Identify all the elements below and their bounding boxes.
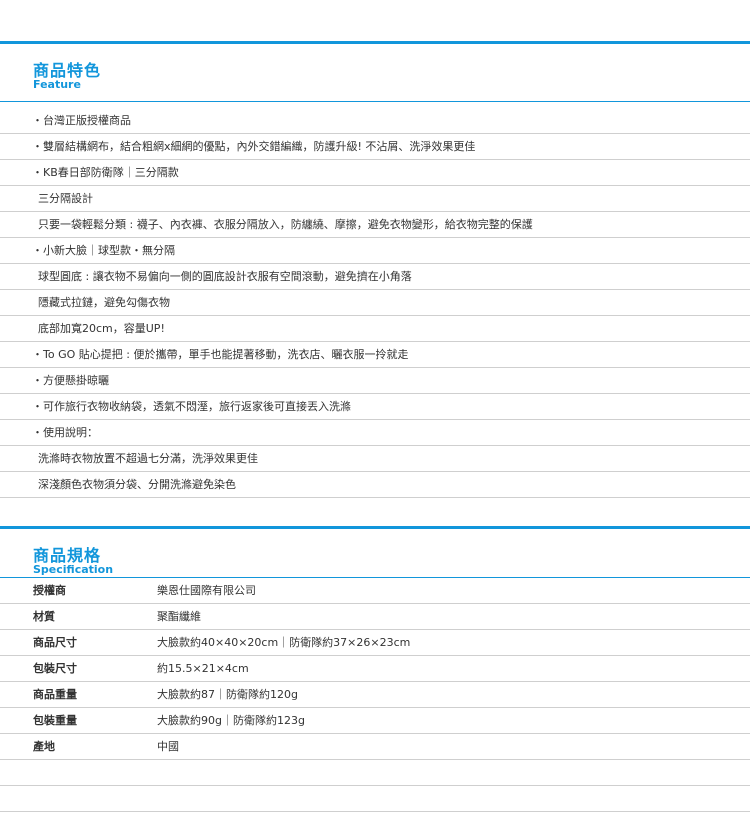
feature-item-text: ・小新大臉｜球型款・無分隔 — [32, 244, 175, 257]
spec-table: 授權商 樂恩仕國際有限公司 材質 聚酯纖維 商品尺寸 大臉款約40×40×20c… — [0, 578, 750, 812]
spec-value: 大臉款約87｜防衛隊約120g — [157, 688, 298, 701]
spec-row: 商品重量 大臉款約87｜防衛隊約120g — [0, 682, 750, 708]
spec-value: 約15.5×21×4cm — [157, 662, 249, 675]
spec-row: 材質 聚酯纖維 — [0, 604, 750, 630]
spec-row: 產地 中國 — [0, 734, 750, 760]
feature-subitem: 底部加寬20cm，容量UP! — [0, 316, 750, 342]
feature-subitem: 隱藏式拉鏈，避免勾傷衣物 — [0, 290, 750, 316]
spec-value: 中國 — [157, 740, 179, 753]
feature-item: ・可作旅行衣物收納袋，透氣不悶溼，旅行返家後可直接丟入洗滌 — [0, 394, 750, 420]
spec-row: 授權商 樂恩仕國際有限公司 — [0, 578, 750, 604]
feature-item-text: 三分隔設計 — [38, 192, 93, 205]
spec-subtitle: Specification — [33, 563, 114, 576]
feature-section: 商品特色 Feature ・台灣正版授權商品 ・雙層結構網布，結合粗網x細網的優… — [0, 41, 750, 531]
feature-subitem: 深淺顏色衣物須分袋、分開洗滌避免染色 — [0, 472, 750, 498]
feature-item: ・方便懸掛晾曬 — [0, 368, 750, 394]
spec-label: 商品尺寸 — [33, 636, 77, 649]
feature-item-text: ・雙層結構網布，結合粗網x細網的優點，內外交錯編織，防護升級! 不沾屑、洗淨效果… — [32, 140, 476, 153]
feature-item-text: ・To GO 貼心提把 : 便於攜帶，單手也能提著移動，洗衣店、曬衣服一拎就走 — [32, 348, 409, 361]
spec-row: 商品尺寸 大臉款約40×40×20cm｜防衛隊約37×26×23cm — [0, 630, 750, 656]
feature-subitem: 洗滌時衣物放置不超過七分滿，洗淨效果更佳 — [0, 446, 750, 472]
feature-item: ・台灣正版授權商品 — [0, 108, 750, 134]
feature-item-text: 底部加寬20cm，容量UP! — [38, 322, 165, 335]
spec-row: 包裝尺寸 約15.5×21×4cm — [0, 656, 750, 682]
feature-item-text: ・台灣正版授權商品 — [32, 114, 131, 127]
feature-item-text: 深淺顏色衣物須分袋、分開洗滌避免染色 — [38, 478, 236, 491]
spec-value: 大臉款約40×40×20cm｜防衛隊約37×26×23cm — [157, 636, 411, 649]
spec-top-bar — [0, 526, 750, 529]
spec-label: 產地 — [33, 740, 55, 753]
feature-item-text: ・KB春日部防衛隊｜三分隔款 — [32, 166, 179, 179]
spec-row-empty — [0, 760, 750, 786]
feature-item-text: 隱藏式拉鏈，避免勾傷衣物 — [38, 296, 170, 309]
feature-item: ・小新大臉｜球型款・無分隔 — [0, 238, 750, 264]
spec-label: 授權商 — [33, 584, 66, 597]
feature-header-divider — [0, 101, 750, 102]
feature-subitem: 三分隔設計 — [0, 186, 750, 212]
feature-top-bar — [0, 41, 750, 44]
spec-label: 包裝重量 — [33, 714, 77, 727]
feature-item-text: 洗滌時衣物放置不超過七分滿，洗淨效果更佳 — [38, 452, 258, 465]
feature-subitem: 球型圓底 : 讓衣物不易偏向一側的圓底設計衣服有空間滾動，避免擠在小角落 — [0, 264, 750, 290]
spec-section: 商品規格 Specification 授權商 樂恩仕國際有限公司 材質 聚酯纖維… — [0, 526, 750, 837]
feature-item-text: ・方便懸掛晾曬 — [32, 374, 109, 387]
feature-item-text: ・使用說明： — [32, 426, 98, 439]
spec-row-empty — [0, 786, 750, 812]
spec-label: 材質 — [33, 610, 55, 623]
feature-item-text: 只要一袋輕鬆分類 : 襪子、內衣褲、衣服分隔放入，防纏繞、摩擦，避免衣物變形，給… — [38, 218, 533, 231]
spec-label: 包裝尺寸 — [33, 662, 77, 675]
feature-list: ・台灣正版授權商品 ・雙層結構網布，結合粗網x細網的優點，內外交錯編織，防護升級… — [0, 108, 750, 498]
spec-label: 商品重量 — [33, 688, 77, 701]
feature-item-text: ・可作旅行衣物收納袋，透氣不悶溼，旅行返家後可直接丟入洗滌 — [32, 400, 351, 413]
spec-value: 聚酯纖維 — [157, 610, 201, 623]
spec-value: 樂恩仕國際有限公司 — [157, 584, 256, 597]
feature-item: ・KB春日部防衛隊｜三分隔款 — [0, 160, 750, 186]
spec-value: 大臉款約90g｜防衛隊約123g — [157, 714, 305, 727]
feature-item: ・使用說明： — [0, 420, 750, 446]
feature-subtitle: Feature — [33, 78, 81, 91]
feature-item: ・雙層結構網布，結合粗網x細網的優點，內外交錯編織，防護升級! 不沾屑、洗淨效果… — [0, 134, 750, 160]
feature-subitem: 只要一袋輕鬆分類 : 襪子、內衣褲、衣服分隔放入，防纏繞、摩擦，避免衣物變形，給… — [0, 212, 750, 238]
feature-item-text: 球型圓底 : 讓衣物不易偏向一側的圓底設計衣服有空間滾動，避免擠在小角落 — [38, 270, 412, 283]
feature-item: ・To GO 貼心提把 : 便於攜帶，單手也能提著移動，洗衣店、曬衣服一拎就走 — [0, 342, 750, 368]
spec-row: 包裝重量 大臉款約90g｜防衛隊約123g — [0, 708, 750, 734]
